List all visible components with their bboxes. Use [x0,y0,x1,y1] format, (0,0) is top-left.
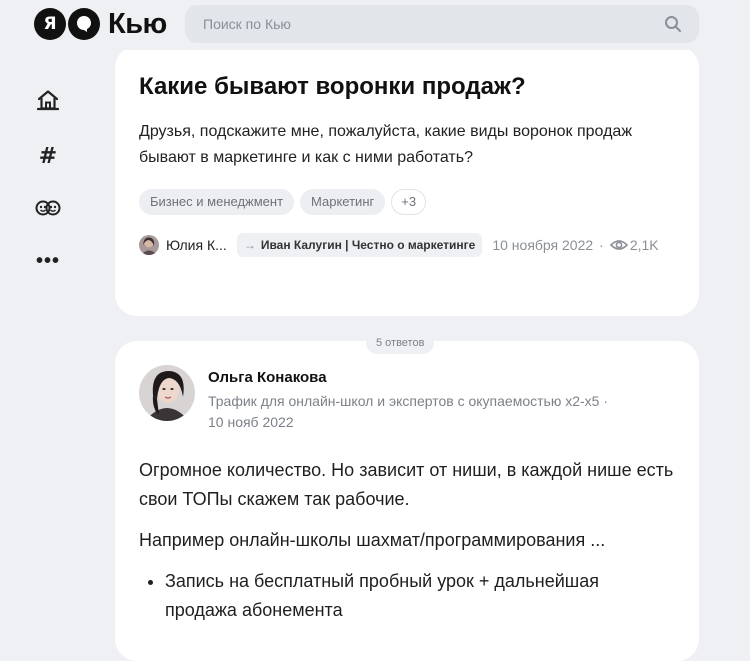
answer-list: Запись на бесплатный пробный урок + даль… [139,567,674,625]
home-icon [36,89,60,116]
answer-text: Огромное количество. Но зависит от ниши,… [139,456,674,625]
tag-marketing[interactable]: Маркетинг [300,189,386,215]
question-tags: Бизнес и менеджмент Маркетинг +3 [139,189,675,215]
question-title[interactable]: Какие бывают воронки продаж? [139,72,675,102]
answer-header: Ольга Конакова Трафик для онлайн-школ и … [139,365,675,432]
meta-separator: · [599,237,604,253]
nav-more[interactable]: ••• [30,246,66,282]
q-drop-logo-icon [68,8,100,40]
forwarded-to-name: Иван Калугин | Честно о маркетинге [260,238,476,252]
search-icon[interactable] [663,14,683,34]
forwarded-to-chip[interactable]: → Иван Калугин | Честно о маркетинге [236,233,483,257]
question-views: 2,1K [629,237,659,253]
eye-icon [609,236,628,254]
yandex-logo-icon: Я [34,8,66,40]
author-avatar[interactable] [139,235,159,255]
yandex-q-logo[interactable]: Я Кью [34,8,167,40]
nav-experts[interactable] [30,192,66,228]
hashtag-icon: # [38,143,58,169]
search-input[interactable] [201,15,663,33]
tag-business[interactable]: Бизнес и менеджмент [139,189,295,215]
answer-paragraph: Огромное количество. Но зависит от ниши,… [139,460,674,509]
answer-author-info: Ольга Конакова Трафик для онлайн-школ и … [208,365,608,432]
question-card: Какие бывают воронки продаж? Друзья, под… [115,46,699,316]
answers-count-badge: 5 ответов [366,332,435,354]
arrow-right-icon: → [243,238,256,252]
question-meta: Юлия К... → Иван Калугин | Честно о марк… [139,233,675,257]
answer-card: Ольга Конакова Трафик для онлайн-школ и … [115,341,699,661]
answer-date: 10 нояб 2022 [208,414,294,430]
faces-icon [35,199,61,222]
top-bar: Я Кью [0,0,750,50]
logo-text: Кью [108,7,167,40]
answer-author-avatar[interactable] [139,365,195,421]
answer-author-name[interactable]: Ольга Конакова [208,368,608,388]
left-navigation: # ••• [30,84,66,300]
answer-author-description: Трафик для онлайн-школ и экспертов с оку… [208,393,608,409]
nav-topics[interactable]: # [30,138,66,174]
answer-list-item: Запись на бесплатный пробный урок + даль… [165,567,674,625]
question-body: Друзья, подскажите мне, пожалуйста, каки… [139,123,633,166]
tag-more[interactable]: +3 [391,189,427,215]
answer-paragraph: Например онлайн-школы шахмат/программиро… [139,530,606,550]
question-author[interactable]: Юлия К... [166,237,227,253]
more-dots-icon: ••• [35,250,60,272]
question-date: 10 ноября 2022 [492,237,594,253]
search-bar[interactable] [185,5,699,43]
logo-ya-letter: Я [43,14,57,34]
nav-home[interactable] [30,84,66,120]
